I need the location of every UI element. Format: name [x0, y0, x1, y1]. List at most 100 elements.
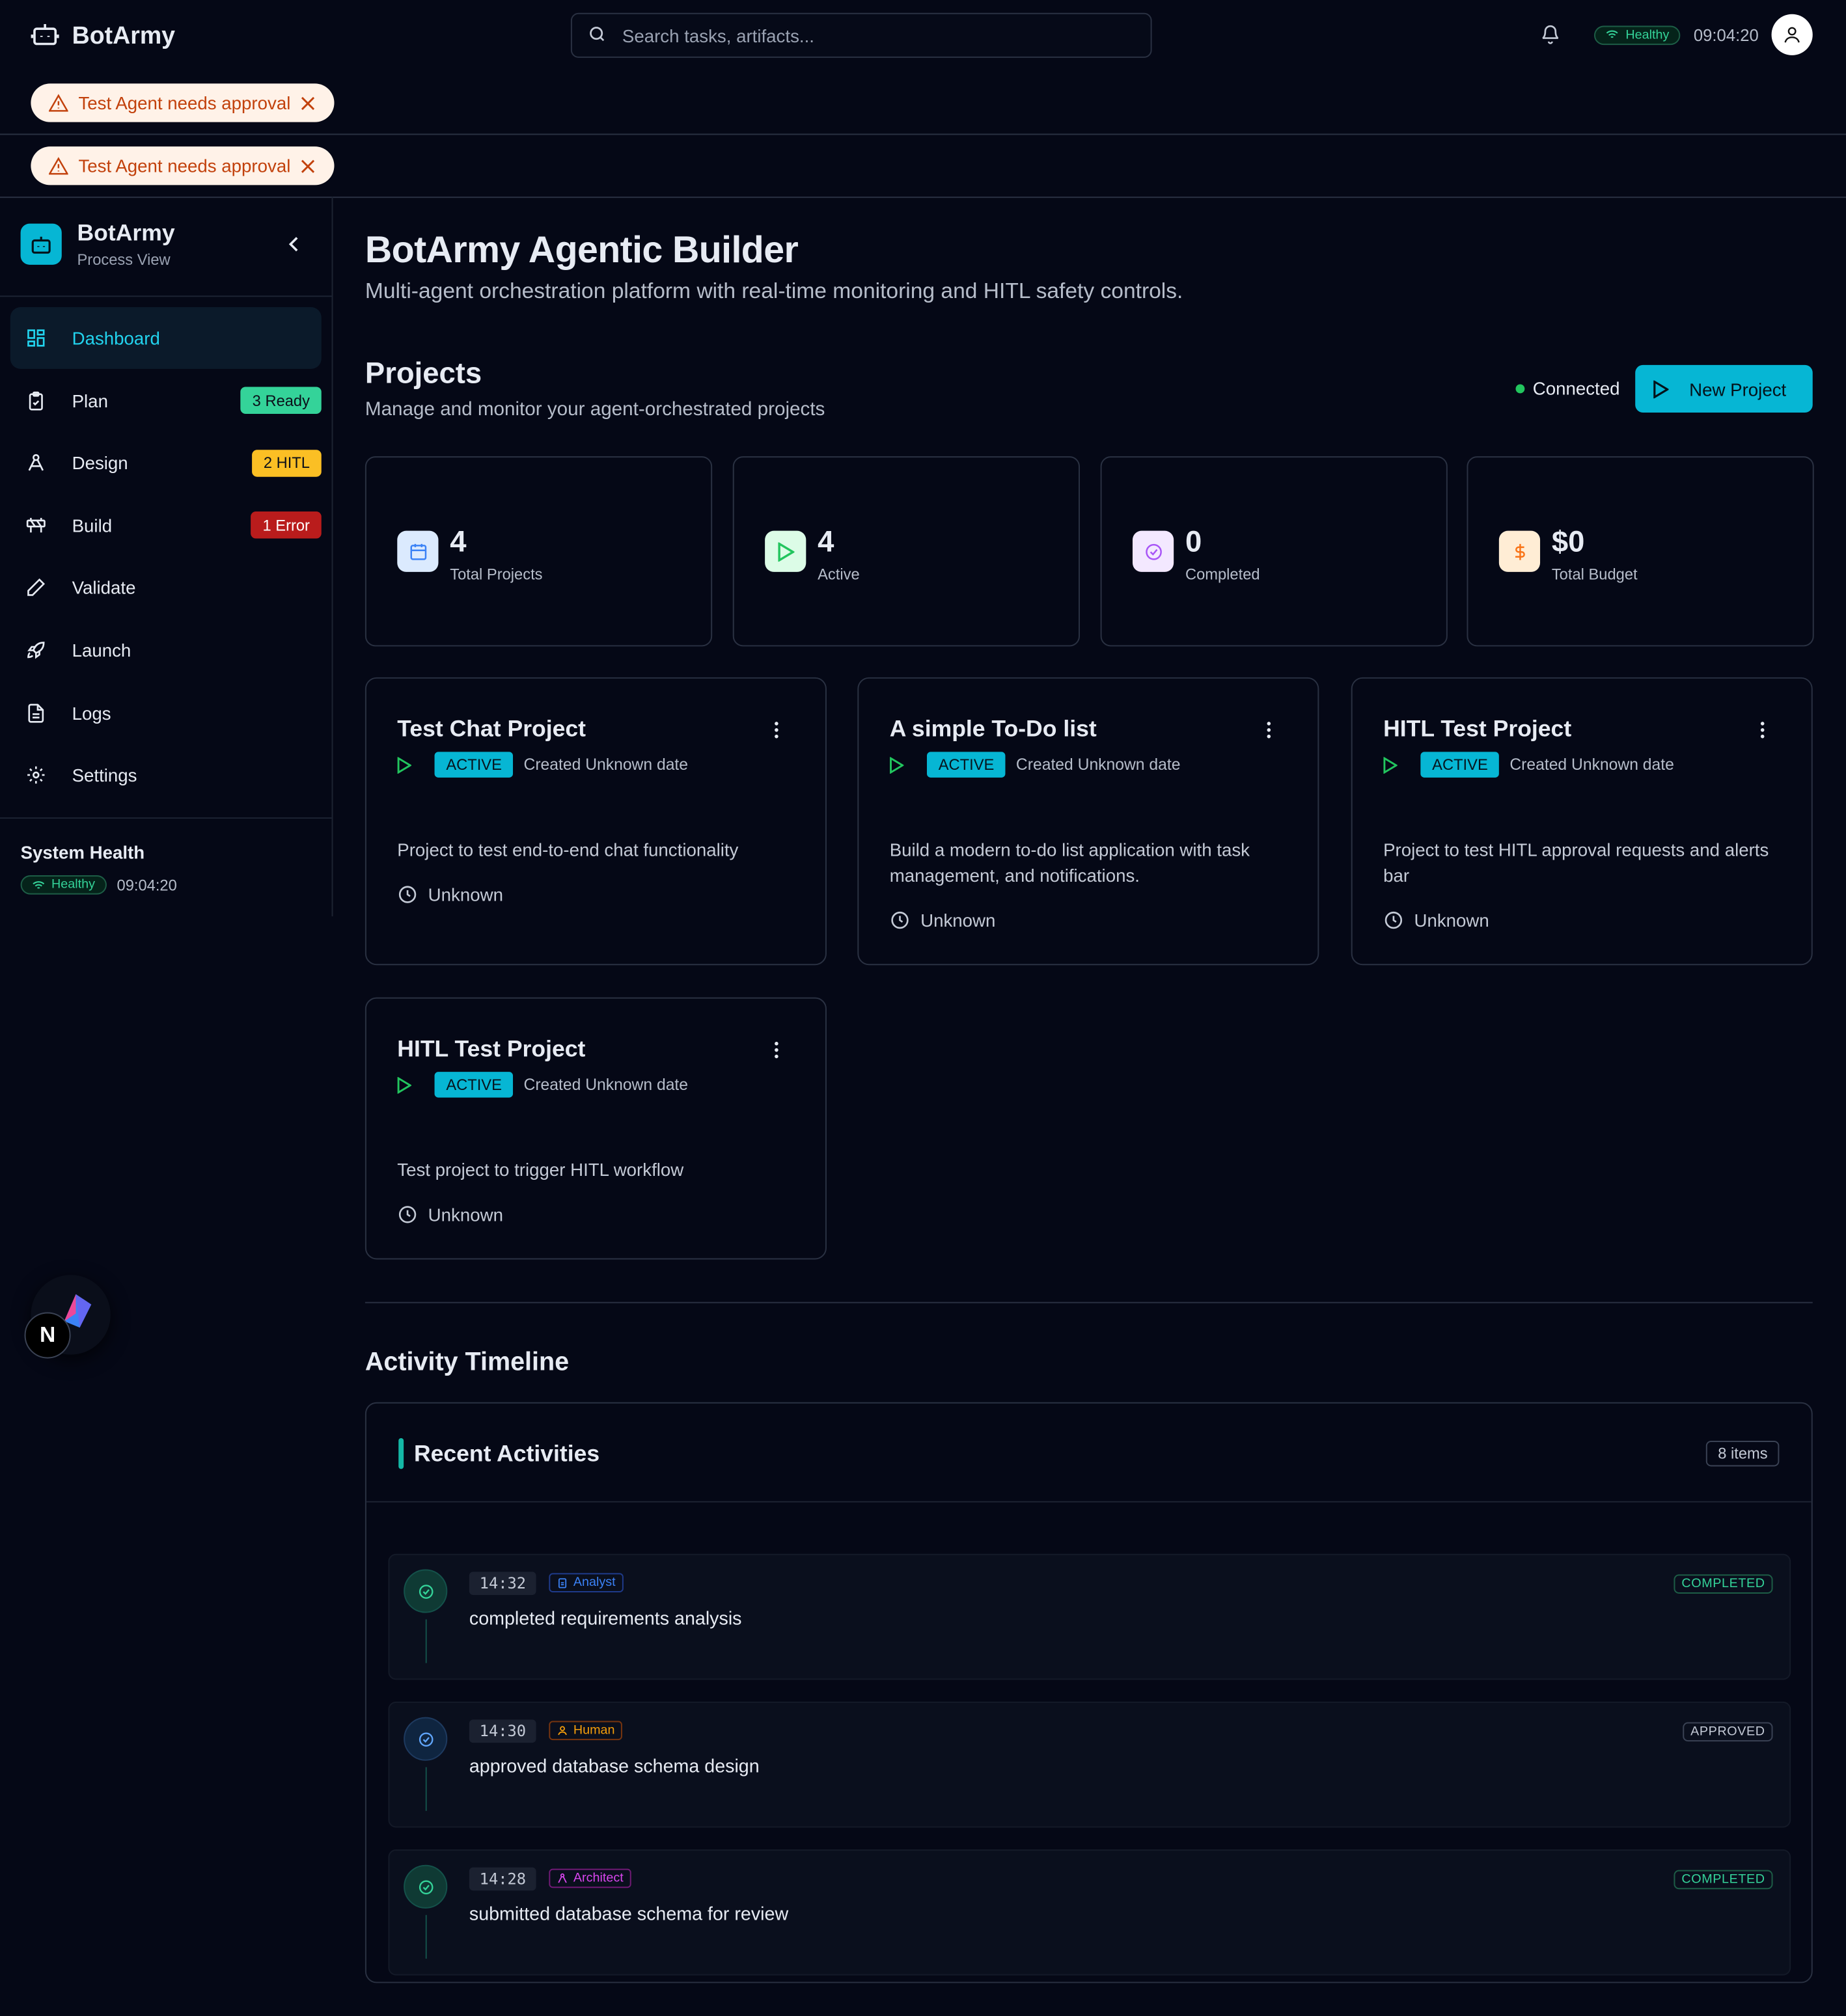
- activity-item[interactable]: 14:30 Human approved database schema des…: [388, 1701, 1791, 1828]
- system-health-time: 09:04:20: [117, 875, 177, 894]
- top-right-status: Healthy 09:04:20: [1541, 14, 1813, 55]
- project-name: Test Chat Project: [397, 716, 586, 742]
- more-vertical-icon[interactable]: [1266, 721, 1271, 746]
- created-date: Created Unknown date: [1509, 756, 1674, 774]
- check-circle-icon: [1132, 530, 1174, 572]
- health-badge: Healthy: [1594, 25, 1681, 45]
- sidebar-item-label: Design: [72, 452, 128, 474]
- more-vertical-icon[interactable]: [1760, 721, 1765, 746]
- stat-value: 4: [818, 524, 834, 558]
- activity-status-badge: COMPLETED: [1674, 1870, 1773, 1890]
- search-icon: [588, 24, 607, 48]
- pen-tool-icon: [558, 1873, 567, 1883]
- more-vertical-icon[interactable]: [774, 1041, 779, 1066]
- chevron-left-icon[interactable]: [288, 235, 301, 258]
- activity-time: 14:28: [469, 1867, 536, 1891]
- stat-label: Completed: [1185, 565, 1260, 584]
- project-description: Project to test HITL approval requests a…: [1383, 839, 1769, 886]
- divider: [365, 1301, 1813, 1303]
- dollar-icon: [1498, 530, 1541, 572]
- project-name: HITL Test Project: [1383, 716, 1572, 742]
- activity-item[interactable]: 14:32 Analyst completed requirements ana…: [388, 1553, 1791, 1680]
- approval-alert[interactable]: Test Agent needs approval: [31, 146, 335, 185]
- pencil-icon: [26, 578, 47, 599]
- stat-label: Active: [818, 565, 860, 584]
- role-label: Architect: [573, 1871, 624, 1886]
- system-health-title: System Health: [20, 841, 145, 863]
- activity-text: approved database schema design: [469, 1756, 760, 1778]
- connection-text: Connected: [1532, 377, 1620, 399]
- sidebar-title: BotArmy: [77, 219, 175, 246]
- stat-card-active: 4 Active: [732, 456, 1080, 647]
- project-card[interactable]: HITL Test Project ACTIVE Created Unknown…: [365, 997, 827, 1260]
- play-icon: [1653, 379, 1669, 398]
- activity-timeline-title: Activity Timeline: [365, 1348, 570, 1377]
- project-due: Unknown: [428, 1204, 503, 1225]
- dev-tools-button[interactable]: N: [24, 1312, 71, 1359]
- more-vertical-icon[interactable]: [774, 721, 779, 746]
- sidebar-item-plan[interactable]: Plan 3 Ready: [10, 370, 322, 431]
- check-circle-icon: [404, 1717, 448, 1761]
- sidebar-item-dashboard[interactable]: Dashboard: [10, 307, 322, 369]
- status-badge: ACTIVE: [434, 1072, 514, 1098]
- activity-status-badge: APPROVED: [1683, 1722, 1773, 1742]
- sidebar-item-validate[interactable]: Validate: [10, 557, 322, 619]
- project-card[interactable]: A simple To-Do list ACTIVE Created Unkno…: [857, 677, 1319, 966]
- approval-alert[interactable]: Test Agent needs approval: [31, 83, 335, 122]
- project-due: Unknown: [1414, 910, 1489, 931]
- play-icon: [1383, 756, 1398, 773]
- sidebar-item-label: Settings: [72, 765, 137, 786]
- project-name: HITL Test Project: [397, 1035, 586, 1062]
- system-health: System Health Healthy 09:04:20: [20, 841, 177, 895]
- check-circle-icon: [404, 1569, 448, 1613]
- brand-name: BotArmy: [72, 23, 176, 51]
- role-label: Analyst: [573, 1575, 616, 1590]
- wifi-icon: [33, 880, 45, 888]
- recent-activities-card: Recent Activities 8 items 14:32 Analyst …: [365, 1402, 1813, 1983]
- sidebar-item-logs[interactable]: Logs: [10, 682, 322, 744]
- clock-icon: [891, 911, 909, 929]
- play-icon: [890, 756, 904, 773]
- bell-icon[interactable]: [1541, 25, 1562, 46]
- role-badge: Architect: [549, 1868, 631, 1888]
- user-avatar[interactable]: [1771, 14, 1813, 55]
- calendar-icon: [397, 530, 439, 572]
- search-input[interactable]: Search tasks, artifacts...: [570, 12, 1152, 58]
- sidebar-item-design[interactable]: Design 2 HITL: [10, 432, 322, 494]
- sidebar-item-settings[interactable]: Settings: [10, 744, 322, 806]
- sidebar-item-label: Validate: [72, 577, 136, 599]
- project-card[interactable]: Test Chat Project ACTIVE Created Unknown…: [365, 677, 827, 966]
- health-text: Healthy: [51, 877, 95, 892]
- timeline-connector: [425, 1619, 427, 1663]
- status-dot-icon: [1516, 383, 1525, 393]
- check-circle-icon: [404, 1864, 448, 1909]
- status-badge: ACTIVE: [434, 752, 514, 778]
- projects-title: Projects: [365, 356, 482, 390]
- user-icon: [1784, 27, 1800, 43]
- project-card[interactable]: HITL Test Project ACTIVE Created Unknown…: [1351, 677, 1813, 966]
- activity-item[interactable]: 14:28 Architect submitted database schem…: [388, 1849, 1791, 1976]
- close-icon[interactable]: [301, 96, 315, 110]
- play-icon: [397, 1076, 411, 1093]
- top-bar: BotArmy Search tasks, artifacts... Healt…: [0, 0, 1846, 72]
- new-project-label: New Project: [1689, 378, 1787, 400]
- sidebar-item-build[interactable]: Build 1 Error: [10, 495, 322, 556]
- user-icon: [558, 1726, 567, 1736]
- activity-text: submitted database schema for review: [469, 1904, 789, 1926]
- projects-subtitle: Manage and monitor your agent-orchestrat…: [365, 398, 825, 420]
- created-date: Created Unknown date: [1015, 756, 1181, 774]
- error-badge: 1 Error: [251, 511, 322, 539]
- status-badge: ACTIVE: [1420, 752, 1500, 778]
- recent-activities-header: Recent Activities 8 items: [366, 1404, 1812, 1503]
- ready-badge: 3 Ready: [240, 387, 322, 415]
- clipboard-icon: [558, 1578, 567, 1588]
- clock-icon: [398, 886, 417, 903]
- page-subtitle: Multi-agent orchestration platform with …: [365, 279, 1183, 304]
- brand[interactable]: BotArmy: [31, 21, 175, 54]
- clock-icon: [1384, 911, 1403, 929]
- stat-value: 4: [450, 524, 467, 558]
- new-project-button[interactable]: New Project: [1635, 364, 1813, 413]
- divider: [0, 817, 332, 819]
- close-icon[interactable]: [301, 159, 315, 173]
- sidebar-item-launch[interactable]: Launch: [10, 620, 322, 681]
